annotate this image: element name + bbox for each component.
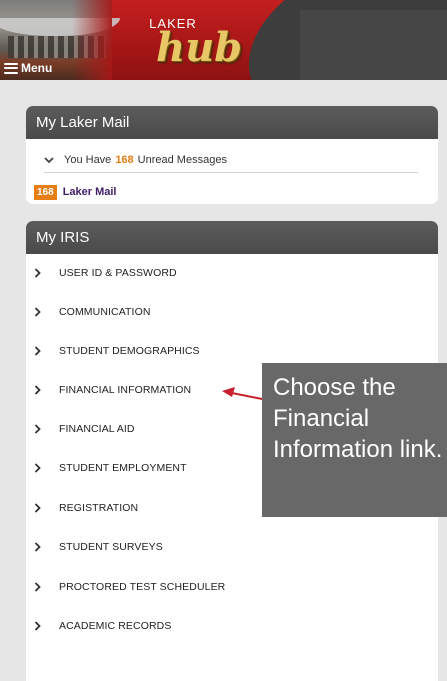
iris-item-label: FINANCIAL INFORMATION [59, 384, 192, 396]
instruction-callout: Choose the Financial Information link. [262, 363, 447, 517]
unread-count: 168 [115, 154, 134, 166]
unread-prefix: You Have [64, 154, 112, 166]
iris-item-label: FINANCIAL AID [59, 423, 135, 435]
chevron-right-icon [34, 385, 41, 395]
iris-item-label: STUDENT DEMOGRAPHICS [59, 345, 200, 357]
laker-hub-logo[interactable]: LAKER hub [148, 12, 258, 74]
chevron-right-icon [34, 346, 41, 356]
iris-item-label: STUDENT SURVEYS [59, 541, 163, 553]
iris-item-label: REGISTRATION [59, 502, 139, 514]
iris-item-label: ACADEMIC RECORDS [59, 620, 172, 632]
hamburger-icon [4, 62, 18, 74]
unread-badge: 168 [34, 184, 57, 200]
laker-mail-title: My Laker Mail [26, 106, 438, 139]
laker-mail-panel: My Laker Mail You Have 168 Unread Messag… [26, 106, 438, 204]
chevron-right-icon [34, 463, 41, 473]
iris-item-student-demographics[interactable]: STUDENT DEMOGRAPHICS [26, 340, 438, 362]
chevron-down-icon[interactable] [42, 156, 56, 164]
laker-mail-link-row[interactable]: 168 Laker Mail [34, 184, 117, 200]
chevron-right-icon [34, 582, 41, 592]
menu-button[interactable]: Menu [4, 60, 52, 76]
iris-title: My IRIS [26, 221, 438, 254]
chevron-right-icon [34, 268, 41, 278]
iris-item-academic-records[interactable]: ACADEMIC RECORDS [26, 615, 438, 637]
menu-label: Menu [21, 61, 53, 75]
iris-item-student-surveys[interactable]: STUDENT SURVEYS [26, 536, 438, 558]
iris-item-label: USER ID & PASSWORD [59, 267, 177, 279]
iris-item-communication[interactable]: COMMUNICATION [26, 301, 438, 323]
iris-item-label: COMMUNICATION [59, 306, 151, 318]
iris-item-label: PROCTORED TEST SCHEDULER [59, 581, 226, 593]
iris-item-proctored-test-scheduler[interactable]: PROCTORED TEST SCHEDULER [26, 576, 438, 598]
chevron-right-icon [34, 424, 41, 434]
chevron-right-icon [34, 503, 41, 513]
chevron-right-icon [34, 621, 41, 631]
callout-text: Choose the Financial Information link. [273, 374, 443, 463]
iris-item-user-id-password[interactable]: USER ID & PASSWORD [26, 262, 438, 284]
logo-text-hub: hub [156, 24, 243, 71]
app-header: Menu LAKER hub [0, 0, 447, 80]
chevron-right-icon [34, 307, 41, 317]
chevron-right-icon [34, 542, 41, 552]
laker-mail-link[interactable]: Laker Mail [63, 186, 117, 198]
unread-suffix: Unread Messages [137, 154, 227, 166]
iris-item-label: STUDENT EMPLOYMENT [59, 462, 187, 474]
divider [44, 172, 418, 173]
unread-summary[interactable]: You Have 168 Unread Messages [42, 152, 422, 168]
